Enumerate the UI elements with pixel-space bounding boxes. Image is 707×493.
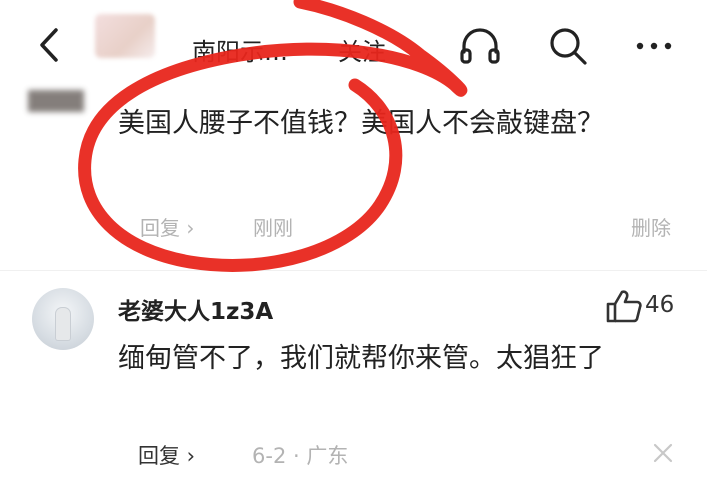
follow-button[interactable]: 关注	[338, 32, 386, 67]
top-bar: 南阳示… 关注	[0, 0, 707, 90]
reply-button[interactable]: 回复 ›	[138, 440, 195, 470]
thumbs-up-icon[interactable]	[604, 288, 644, 324]
comment-meta: 6-2 · 广东	[252, 444, 349, 468]
more-options-icon[interactable]	[630, 22, 678, 70]
comment-text: 缅甸管不了，我们就帮你来管。太猖狂了	[118, 343, 604, 374]
like-count: 46	[645, 292, 675, 318]
headphones-icon[interactable]	[456, 22, 504, 70]
reply-button[interactable]: 回复 ›	[140, 212, 194, 241]
comment-username[interactable]: 老婆大人1z3A	[118, 292, 273, 326]
page-title: 南阳示…	[192, 38, 288, 66]
avatar[interactable]	[32, 288, 94, 350]
search-icon[interactable]	[544, 22, 592, 70]
divider	[0, 270, 707, 271]
delete-button[interactable]: 删除	[631, 212, 671, 241]
close-icon[interactable]	[652, 442, 674, 464]
author-avatar[interactable]	[95, 14, 155, 58]
back-arrow-icon[interactable]	[30, 20, 70, 70]
comment-text: 美国人腰子不值钱？美国人不会敲键盘？	[118, 108, 604, 139]
comment-time: 刚刚	[253, 216, 293, 240]
previous-commenter-avatar	[28, 90, 84, 112]
